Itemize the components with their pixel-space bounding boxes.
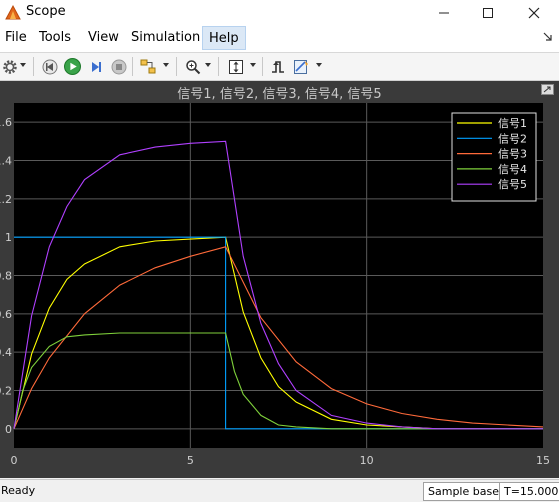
legend-label: 信号1 [498, 117, 527, 130]
scope-plot[interactable]: 05101500.20.40.60.811.21.41.6 信号1信号2信号3信… [0, 81, 559, 478]
y-tick-label: 0.4 [0, 346, 12, 359]
highlight-dropdown-icon[interactable] [163, 63, 169, 67]
settings-gear-icon [2, 59, 17, 74]
toolbar [0, 53, 559, 81]
autoscale-icon [228, 59, 243, 74]
undock-arrow-icon[interactable] [543, 32, 553, 42]
triggers-icon [271, 60, 284, 73]
scope-app-icon [5, 4, 21, 20]
status-ready: Ready [1, 484, 36, 497]
sample-mode-indicator: Sample based [423, 482, 511, 501]
y-tick-label: 0.8 [0, 270, 12, 283]
zoom-dropdown-icon[interactable] [205, 63, 211, 67]
stop-icon [111, 59, 126, 74]
run-button[interactable] [63, 57, 82, 76]
autoscale-button[interactable] [226, 57, 245, 76]
toolbar-divider [132, 57, 133, 76]
zoom-button[interactable] [183, 57, 202, 76]
zoom-icon [185, 59, 200, 74]
window-title: Scope [26, 4, 66, 19]
minimize-button[interactable] [421, 0, 467, 25]
settings-button[interactable] [0, 57, 19, 76]
y-tick-label: 1 [5, 231, 12, 244]
y-tick-label: 0 [5, 423, 12, 436]
measurements-button[interactable] [292, 57, 311, 76]
menu-bar: File Tools View Simulation Help [0, 25, 559, 53]
y-tick-label: 1.4 [0, 155, 12, 168]
y-tick-label: 1.6 [0, 116, 12, 129]
measurements-dropdown-icon[interactable] [316, 63, 322, 67]
toolbar-divider [33, 57, 34, 76]
step-forward-icon [91, 61, 101, 72]
highlight-block-button[interactable] [139, 57, 158, 76]
menu-simulation[interactable]: Simulation [131, 30, 200, 45]
x-tick-label: 15 [536, 454, 550, 467]
menu-tools[interactable]: Tools [39, 30, 71, 45]
close-button[interactable] [511, 0, 557, 25]
menu-file[interactable]: File [5, 30, 27, 45]
triggers-button[interactable] [268, 57, 287, 76]
status-bar: Ready Sample based T=15.000 [0, 479, 559, 502]
toolbar-divider [176, 57, 177, 76]
toolbar-divider [218, 57, 219, 76]
legend-label: 信号5 [498, 178, 527, 191]
autoscale-dropdown-icon[interactable] [250, 63, 256, 67]
maximize-button[interactable] [465, 0, 511, 25]
menu-view[interactable]: View [88, 30, 119, 45]
x-tick-label: 0 [11, 454, 18, 467]
step-back-button[interactable] [40, 57, 59, 76]
measurements-icon [294, 59, 308, 74]
close-icon [528, 7, 540, 18]
maximize-icon [483, 7, 493, 18]
legend-label: 信号3 [498, 148, 527, 161]
menu-help[interactable]: Help [202, 26, 246, 50]
y-tick-label: 1.2 [0, 193, 12, 206]
legend-label: 信号4 [498, 163, 527, 176]
toolbar-divider [262, 57, 263, 76]
y-tick-label: 0.6 [0, 308, 12, 321]
title-bar: Scope [0, 0, 559, 25]
settings-dropdown-icon[interactable] [20, 63, 26, 67]
stop-button[interactable] [109, 57, 128, 76]
x-tick-label: 5 [187, 454, 194, 467]
run-icon [64, 58, 81, 75]
highlight-block-icon [140, 59, 156, 73]
minimize-icon [439, 12, 449, 13]
simulation-time: T=15.000 [499, 482, 559, 501]
step-forward-button[interactable] [86, 57, 105, 76]
step-back-icon [42, 59, 57, 74]
y-tick-label: 0.2 [0, 385, 12, 398]
legend-label: 信号2 [498, 132, 527, 145]
x-tick-label: 10 [360, 454, 374, 467]
scope-display: 信号1, 信号2, 信号3, 信号4, 信号5 05101500.20.40.6… [0, 81, 559, 478]
